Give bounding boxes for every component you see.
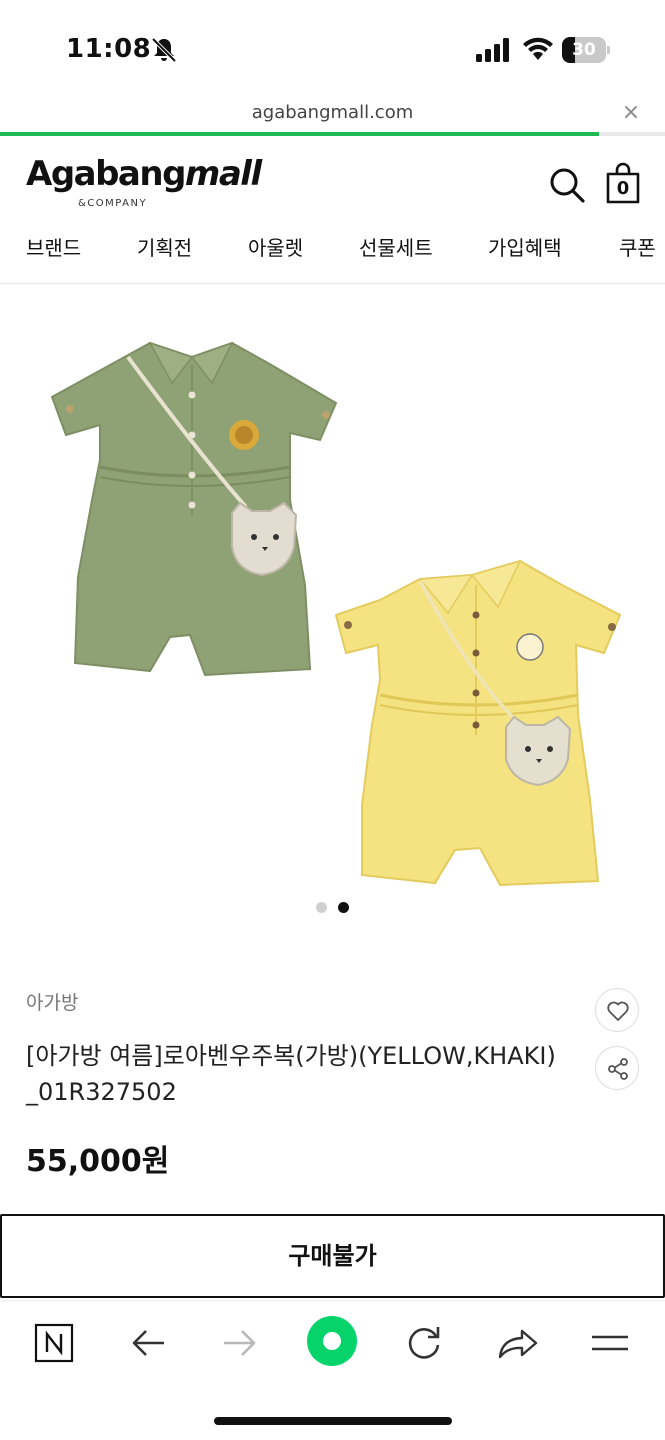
battery-body: 30 bbox=[562, 37, 606, 63]
bell-slash-icon bbox=[151, 37, 177, 63]
forward-button[interactable] bbox=[216, 1319, 264, 1367]
battery-percent: 30 bbox=[572, 40, 596, 60]
back-button[interactable] bbox=[124, 1319, 172, 1367]
cart-button[interactable]: 0 bbox=[604, 162, 642, 204]
share-page-button[interactable] bbox=[494, 1319, 542, 1367]
buy-button[interactable]: 구매불가 bbox=[0, 1214, 665, 1298]
logo-sub: &COMPANY bbox=[78, 198, 148, 209]
share-button[interactable] bbox=[595, 1046, 639, 1090]
product-brand[interactable]: 아가방 bbox=[26, 988, 78, 1015]
naver-n-icon bbox=[34, 1323, 74, 1363]
site-logo[interactable]: Agabangmall &COMPANY bbox=[26, 154, 262, 209]
signal-icon bbox=[476, 38, 509, 62]
share-arrow-icon bbox=[498, 1329, 538, 1359]
menu-icon bbox=[592, 1335, 628, 1351]
wifi-icon bbox=[523, 37, 553, 60]
battery-icon: 30 bbox=[562, 37, 610, 63]
naver-home-button[interactable] bbox=[30, 1319, 78, 1367]
green-dot-icon bbox=[307, 1316, 357, 1366]
url-text[interactable]: agabangmall.com bbox=[0, 102, 665, 123]
category-nav: 브랜드 기획전 아울렛 선물세트 가입혜택 쿠폰 bbox=[0, 232, 665, 262]
logo-main: Agabang bbox=[26, 154, 186, 194]
green-dot-button[interactable] bbox=[306, 1315, 358, 1367]
refresh-icon bbox=[408, 1327, 440, 1359]
battery-tip bbox=[607, 46, 610, 54]
menu-button[interactable] bbox=[586, 1319, 634, 1367]
product-image bbox=[50, 341, 622, 887]
status-bar: 11:08 30 bbox=[0, 0, 665, 96]
refresh-button[interactable] bbox=[400, 1319, 448, 1367]
product-name: [아가방 여름]로아벤우주복(가방)(YELLOW,KHAKI)_01R3275… bbox=[26, 1042, 556, 1106]
forward-arrow-icon bbox=[224, 1330, 256, 1356]
logo-accent: mall bbox=[184, 154, 262, 194]
gallery-dot-1[interactable] bbox=[316, 902, 327, 913]
home-indicator[interactable] bbox=[214, 1417, 452, 1425]
yellow-romper-image bbox=[334, 559, 622, 887]
nav-item-gift-set[interactable]: 선물세트 bbox=[359, 232, 433, 261]
nav-item-coupon[interactable]: 쿠폰 bbox=[619, 232, 656, 261]
close-icon[interactable]: × bbox=[618, 100, 644, 126]
product-gallery[interactable] bbox=[0, 285, 665, 935]
nav-item-promotion[interactable]: 기획전 bbox=[137, 232, 192, 261]
status-time: 11:08 bbox=[66, 34, 152, 64]
heart-icon bbox=[607, 1001, 629, 1021]
share-icon bbox=[608, 1058, 628, 1080]
khaki-romper-image bbox=[50, 341, 338, 677]
logo-text: Agabangmall bbox=[26, 154, 262, 194]
cart-count: 0 bbox=[616, 178, 630, 199]
nav-item-signup-benefit[interactable]: 가입혜택 bbox=[488, 232, 562, 261]
gallery-dot-2-active[interactable] bbox=[338, 902, 349, 913]
product-price: 55,000원 bbox=[26, 1144, 170, 1179]
url-bar[interactable]: agabangmall.com × bbox=[0, 96, 665, 134]
search-icon bbox=[550, 168, 585, 203]
back-arrow-icon bbox=[132, 1330, 164, 1356]
search-button[interactable] bbox=[548, 166, 586, 204]
nav-item-outlet[interactable]: 아울렛 bbox=[248, 232, 303, 261]
browser-toolbar bbox=[0, 1300, 665, 1390]
wishlist-button[interactable] bbox=[595, 988, 639, 1032]
gallery-pagination bbox=[0, 902, 665, 914]
nav-item-brand[interactable]: 브랜드 bbox=[26, 232, 81, 261]
site-header: Agabangmall &COMPANY 0 브랜드 기획전 아울렛 선물세트 … bbox=[0, 136, 665, 284]
